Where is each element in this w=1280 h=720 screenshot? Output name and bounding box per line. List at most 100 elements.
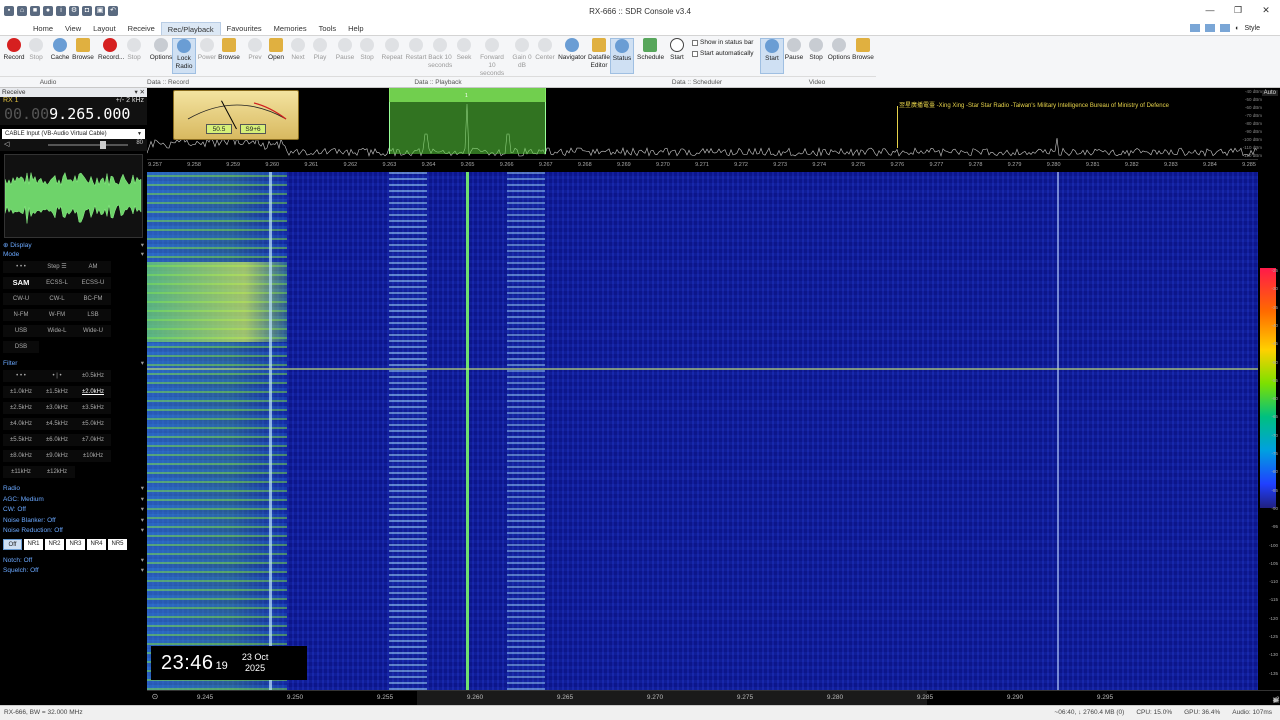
show-in-status-bar-checkbox[interactable]: Show in status bar — [692, 39, 753, 46]
filter-button[interactable]: ±3.5kHz — [75, 402, 111, 414]
mode-button[interactable]: ECSS-L — [39, 277, 75, 289]
save-icon[interactable]: ▪ — [4, 6, 14, 16]
noise-reduction-setting[interactable]: Noise Reduction: Off — [0, 526, 147, 537]
back10-button[interactable]: Back 10 seconds — [428, 38, 452, 70]
filter-button[interactable]: ±6.0kHz — [39, 434, 75, 446]
layout-icon[interactable] — [1220, 24, 1231, 32]
start-automatically-checkbox[interactable]: Start automatically — [692, 50, 753, 57]
menu-tab-memories[interactable]: Memories — [268, 22, 313, 35]
mode-button[interactable]: W-FM — [39, 309, 75, 321]
stop-playback-button[interactable]: Stop — [355, 38, 379, 62]
layout-icon[interactable] — [1190, 24, 1201, 32]
undo-icon[interactable]: ↶ — [108, 6, 118, 16]
seek-button[interactable]: Seek — [452, 38, 476, 62]
settings-circle-icon[interactable]: ⊙ — [152, 692, 159, 701]
navigator-button[interactable]: Navigator — [557, 38, 587, 62]
status-button[interactable]: Status — [610, 38, 634, 74]
filter-button[interactable]: ±3.0kHz — [39, 402, 75, 414]
lock-radio-button[interactable]: Lock Radio — [172, 38, 196, 74]
stop-audio-button[interactable]: Stop — [24, 38, 48, 62]
menu-tab-rec-playback[interactable]: Rec/Playback — [160, 22, 221, 35]
filter-section[interactable]: Filter — [0, 359, 147, 368]
restart-button[interactable]: Restart — [404, 38, 428, 62]
mode-button[interactable]: Step ☰ — [39, 261, 75, 273]
mode-button[interactable]: ECSS-U — [75, 277, 111, 289]
center-button[interactable]: Center — [533, 38, 557, 62]
camera-icon[interactable]: ◘ — [82, 6, 92, 16]
nr-button[interactable]: Off — [3, 538, 22, 550]
waterfall-display[interactable]: 23:46 19 23 Oct 2025 — [147, 172, 1258, 690]
style-control[interactable]: ◐ Style — [1190, 24, 1260, 32]
nr-button[interactable]: NR3 — [66, 538, 85, 550]
settings-icon[interactable]: ⚙ — [69, 6, 79, 16]
record-data-button[interactable]: Record... — [98, 38, 124, 62]
forward10-button[interactable]: Forward 10 seconds — [478, 38, 506, 78]
video-browse-button[interactable]: Browse — [851, 38, 875, 62]
video-pause-button[interactable]: Pause — [782, 38, 806, 62]
filter-button[interactable]: ±5.5kHz — [3, 434, 39, 446]
filter-button[interactable]: ±4.5kHz — [39, 418, 75, 430]
mode-button[interactable]: N-FM — [3, 309, 39, 321]
scheduler-start-button[interactable]: Start — [665, 38, 689, 62]
lock-icon[interactable]: ▣ — [95, 6, 105, 16]
filter-button[interactable]: ±4.0kHz — [3, 418, 39, 430]
close-button[interactable]: ✕ — [1252, 0, 1280, 20]
home-icon[interactable]: ⌂ — [17, 6, 27, 16]
audio-output-select[interactable]: CABLE Input (VB-Audio Virtual Cable) — [2, 129, 145, 139]
next-button[interactable]: Next — [286, 38, 310, 62]
nr-button[interactable]: NR2 — [45, 538, 64, 550]
mode-button[interactable]: CW-L — [39, 293, 75, 305]
radio-section[interactable]: Radio — [0, 484, 147, 495]
filter-button[interactable]: • | • — [39, 370, 75, 382]
filter-button[interactable]: ±2.5kHz — [3, 402, 39, 414]
mode-button[interactable]: CW-U — [3, 293, 39, 305]
record-audio-button[interactable]: Record — [2, 38, 26, 62]
display-section[interactable]: ⊕ Display — [0, 241, 147, 250]
browse-record-button[interactable]: Browse — [217, 38, 241, 62]
menu-tab-receive[interactable]: Receive — [122, 22, 161, 35]
close-icon[interactable]: ▾ ✕ — [134, 88, 145, 97]
filter-button[interactable]: ±5.0kHz — [75, 418, 111, 430]
menu-tab-help[interactable]: Help — [342, 22, 369, 35]
filter-button[interactable]: ±0.5kHz — [75, 370, 111, 382]
volume-track[interactable] — [48, 144, 128, 146]
passband-header[interactable]: 1 — [389, 88, 546, 102]
station-label[interactable]: 翌星廣播電臺 -Xing Xing -Star Star Radio -Taiw… — [899, 100, 1169, 109]
circle-icon[interactable]: ● — [43, 6, 53, 16]
schedule-button[interactable]: Schedule — [637, 38, 664, 62]
noise-blanker-setting[interactable]: Noise Blanker: Off — [0, 516, 147, 527]
gain0-button[interactable]: Gain 0 dB — [510, 38, 534, 70]
video-stop-button[interactable]: Stop — [804, 38, 828, 62]
filter-button[interactable]: ±12kHz — [39, 466, 75, 478]
mode-button[interactable]: AM — [75, 261, 111, 273]
stop-icon[interactable]: ■ — [30, 6, 40, 16]
nr-button[interactable]: NR1 — [24, 538, 43, 550]
pause-button[interactable]: Pause — [333, 38, 357, 62]
nr-button[interactable]: NR4 — [87, 538, 106, 550]
video-options-button[interactable]: Options — [827, 38, 851, 62]
stop-data-button[interactable]: Stop — [122, 38, 146, 62]
filter-button[interactable]: • • • — [3, 370, 39, 382]
volume-knob[interactable] — [100, 141, 106, 149]
menu-tab-home[interactable]: Home — [27, 22, 59, 35]
datafile-editor-button[interactable]: Datafile Editor — [587, 38, 611, 70]
waterfall-colorbar[interactable]: -25 -30 -35 -40 -45 -50 -55 -60 -65 -70 -75 -80 -85 -… — [1258, 172, 1280, 694]
squelch-setting[interactable]: Squelch: Off — [0, 566, 147, 577]
layout-icon[interactable] — [1205, 24, 1216, 32]
browse-audio-button[interactable]: Browse — [71, 38, 95, 62]
info-icon[interactable]: i — [56, 6, 66, 16]
filter-button[interactable]: ±1.5kHz — [39, 386, 75, 398]
cache-button[interactable]: Cache — [48, 38, 72, 62]
frequency-scale[interactable]: 9.257 9.258 9.259 9.260 9.261 9.262 9.263 9.264… — [147, 159, 1258, 171]
filter-button[interactable]: ±8.0kHz — [3, 450, 39, 462]
volume-slider[interactable]: ◁ 80 — [0, 139, 147, 151]
filter-button[interactable]: ±11kHz — [3, 466, 39, 478]
video-start-button[interactable]: Start — [760, 38, 784, 74]
restore-button[interactable]: ❐ — [1224, 0, 1252, 20]
auto-button[interactable]: Auto — [1261, 90, 1278, 96]
notch-setting[interactable]: Notch: Off — [0, 556, 147, 567]
menu-tab-tools[interactable]: Tools — [313, 22, 343, 35]
open-button[interactable]: Open — [264, 38, 288, 62]
target-icon[interactable]: ⊚ — [1273, 696, 1278, 704]
power-button[interactable]: Power — [195, 38, 219, 62]
